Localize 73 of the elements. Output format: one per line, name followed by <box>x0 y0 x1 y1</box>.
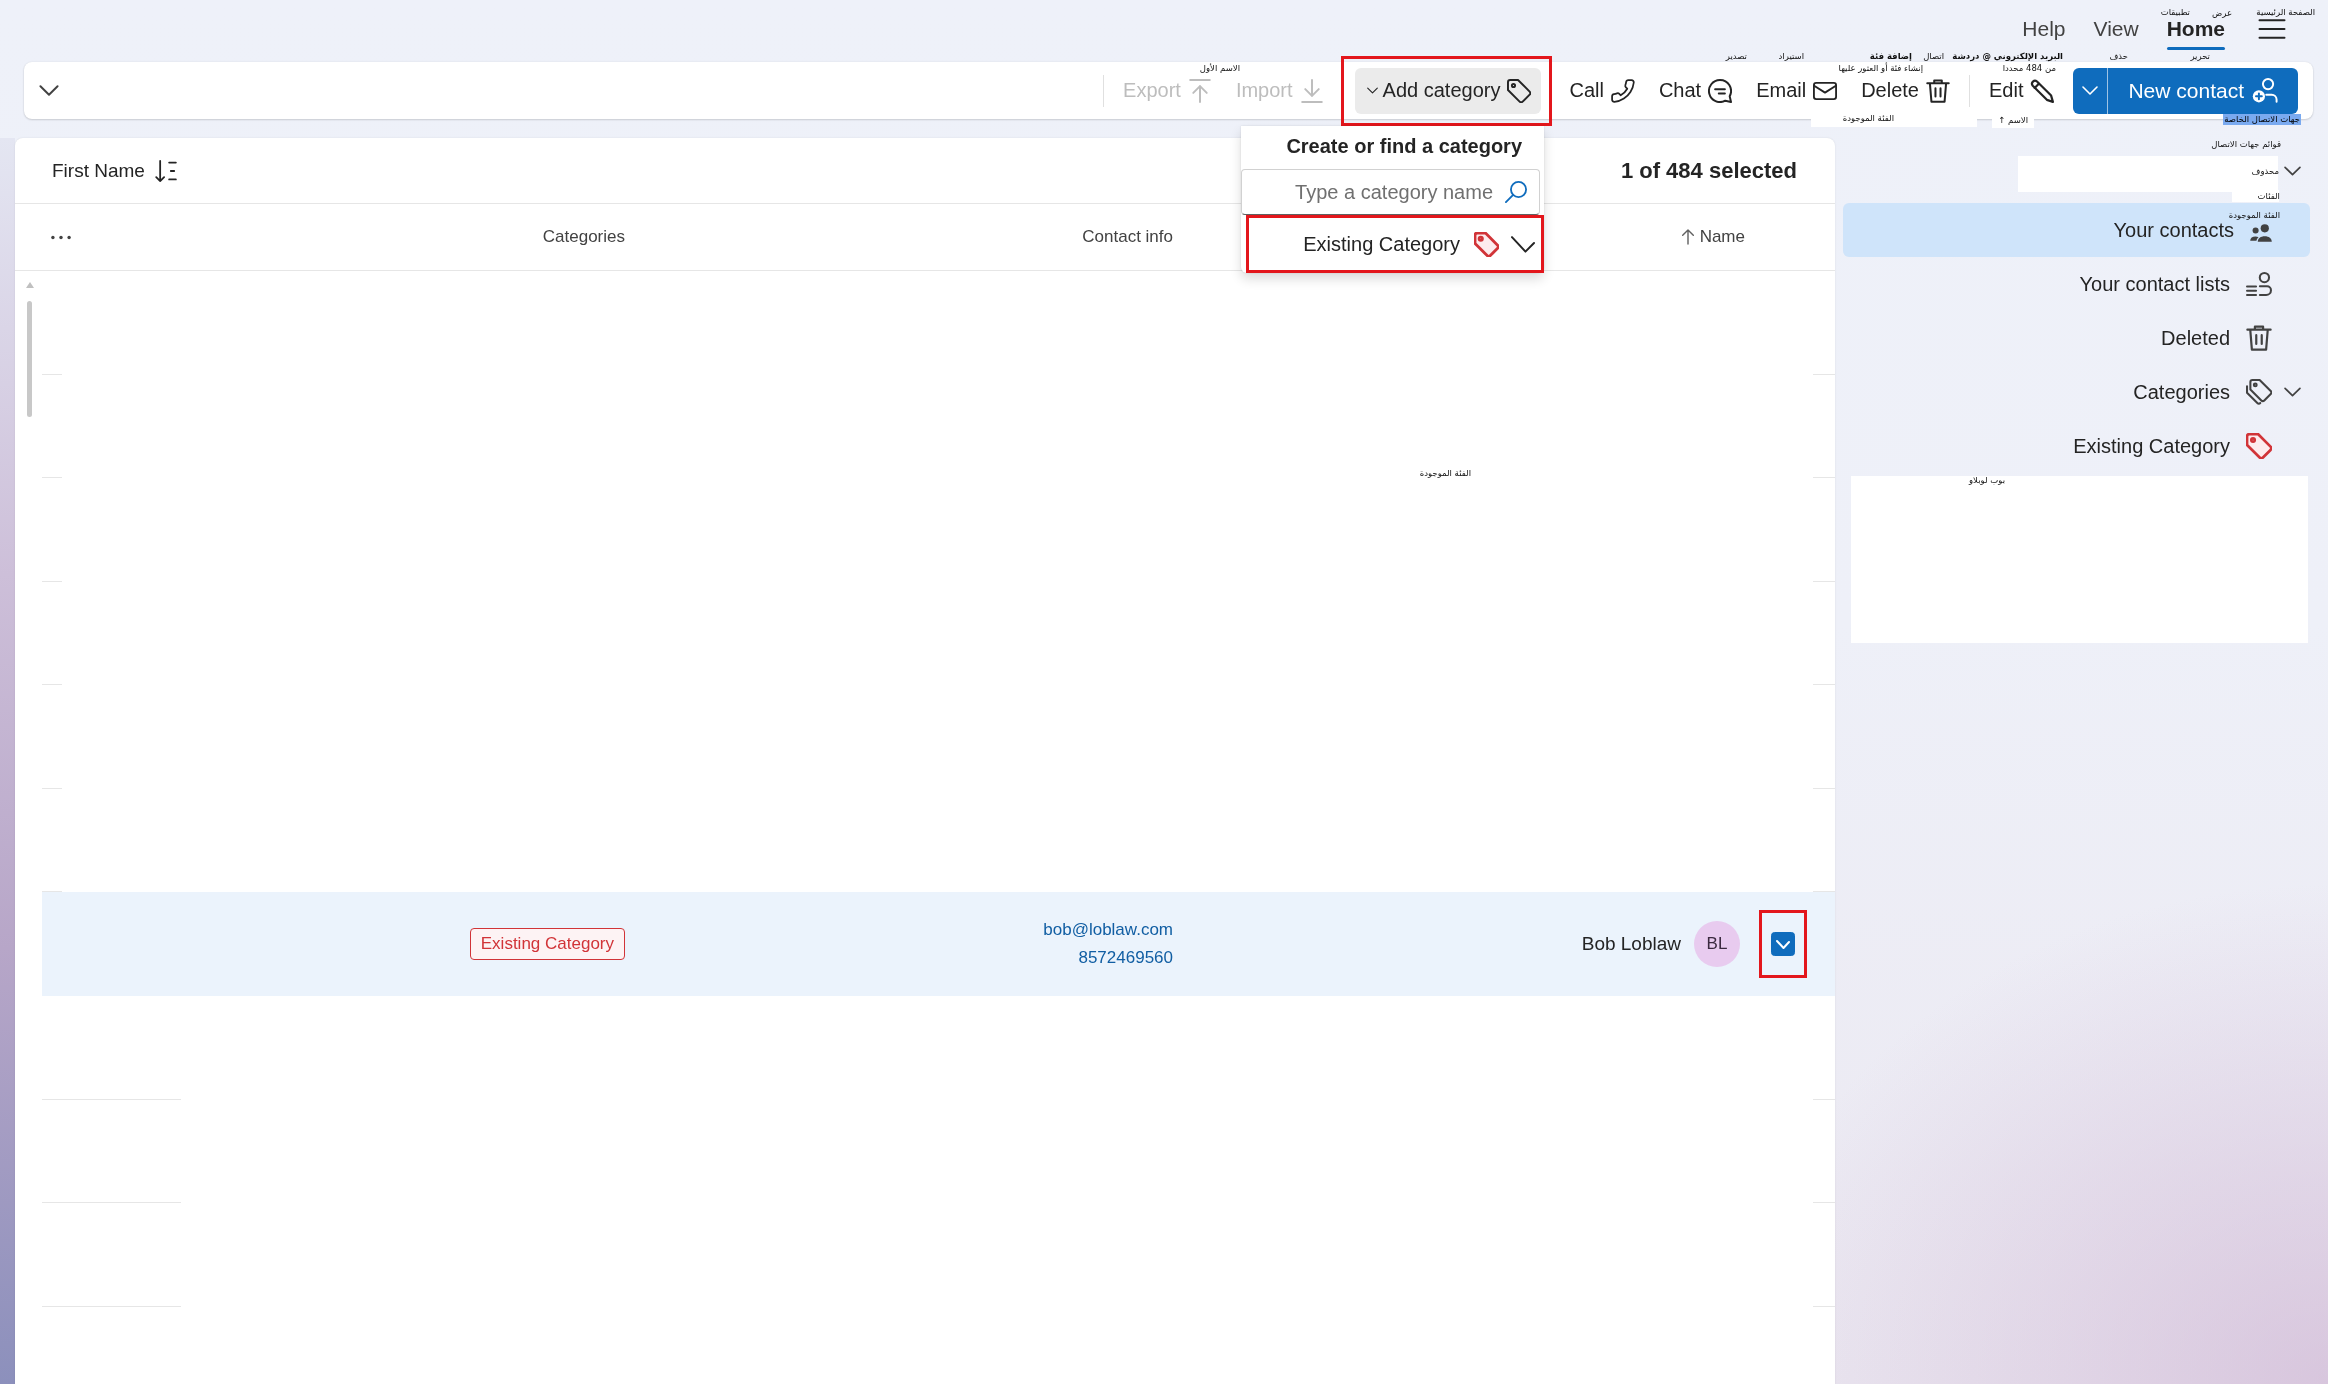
search-icon <box>1505 181 1527 203</box>
tags-icon <box>2246 379 2272 405</box>
chevron-down-icon[interactable] <box>2284 165 2301 176</box>
trash-icon <box>2246 325 2272 351</box>
chevron-down-icon <box>2082 86 2099 95</box>
contact-list-icon <box>2246 271 2272 297</box>
column-header[interactable]: Categories <box>542 227 625 247</box>
selection-count: 1 of 484 selected <box>1620 157 1797 184</box>
annotation-text: الفئة الموجودة <box>1419 467 1471 479</box>
new-contact-menu-button[interactable] <box>2073 67 2109 114</box>
annotation-text: تصدير <box>1725 50 1747 62</box>
email-link[interactable]: bob@loblaw.com <box>1043 920 1173 940</box>
tab[interactable]: Help <box>2008 0 2080 50</box>
menu-icon[interactable] <box>2258 19 2286 39</box>
annotation-text: الاسم الأول <box>1199 62 1240 74</box>
toolbar-button[interactable]: Call <box>1558 75 1646 106</box>
menu-title: Create or find a category <box>1286 134 1522 158</box>
phone-icon <box>1610 78 1635 103</box>
annotation-text: قوائم جهات الاتصال <box>2211 138 2281 150</box>
tab[interactable]: View <box>2079 0 2153 50</box>
annotation-text: الفئة الموجودة <box>1842 112 1894 124</box>
category-tag: Existing Category <box>469 928 625 960</box>
chat-bubble-icon <box>1708 78 1733 103</box>
contact-name: Bob Loblaw <box>1581 933 1681 955</box>
chevron-down-icon[interactable] <box>2284 387 2301 397</box>
annotation-text: الفئة الموجودة <box>2228 209 2280 221</box>
nav-item[interactable]: Existing Category <box>1843 419 2310 473</box>
checkbox[interactable] <box>1771 932 1795 956</box>
annotation-text: تطبيقات <box>2160 6 2190 18</box>
sort-button[interactable]: First Name <box>52 159 177 182</box>
scrollbar-thumb[interactable] <box>27 301 32 417</box>
annotation-text: إضافة فئة <box>1869 50 1912 62</box>
annotation-text: الفئات <box>2257 190 2280 202</box>
nav-item[interactable]: Deleted <box>1843 311 2310 365</box>
tag-icon <box>1507 78 1532 103</box>
annotation-text: تحرير <box>2190 50 2210 62</box>
annotation-text: عرض <box>2211 7 2232 19</box>
annotation-text: حذف <box>2109 50 2128 62</box>
annotation-text: استيراد <box>1778 50 1804 62</box>
nav-item[interactable]: Categories <box>1843 365 2310 419</box>
contact-row[interactable]: Existing Category bob@loblaw.com 8572469560 Bob Loblaw BL <box>42 892 1835 996</box>
toolbar-button[interactable]: Delete <box>1850 75 1961 106</box>
annotation-text: من 484 محددا <box>2002 62 2056 74</box>
caret-down-icon <box>1366 87 1378 94</box>
toolbar-button[interactable]: Edit <box>1977 75 2066 106</box>
search-input[interactable]: Type a category name <box>1250 179 1493 205</box>
pencil-icon <box>2030 78 2055 103</box>
chevron-down-icon[interactable] <box>39 85 59 96</box>
download-arrow-icon <box>1299 78 1324 103</box>
more-icon[interactable] <box>51 234 71 240</box>
annotation-text: إنشاء فئة أو العثور عليها <box>1838 62 1923 74</box>
phone-link[interactable]: 8572469560 <box>1078 948 1173 968</box>
people-icon <box>2250 224 2272 242</box>
nav-item[interactable]: Your contact lists <box>1843 257 2310 311</box>
annotation-text: بوب لوبلاو <box>1969 474 2005 486</box>
avatar: BL <box>1694 921 1740 967</box>
annotation-text: محذوف <box>2251 165 2279 177</box>
new-contact-button[interactable]: New contact <box>2108 67 2298 114</box>
upload-arrow-icon <box>1187 78 1212 103</box>
annotation-text: البريد الإلكتروني @ دردشة <box>1952 50 2063 62</box>
column-header[interactable]: Name <box>1681 227 1745 247</box>
add-category-button[interactable]: Add category <box>1354 67 1542 114</box>
menu-item[interactable]: Existing Category <box>1249 218 1541 270</box>
toolbar-button[interactable]: Email <box>1745 75 1849 106</box>
toolbar-button[interactable]: Chat <box>1647 75 1744 106</box>
annotation-text: اتصال <box>1923 50 1944 62</box>
trash-icon <box>1925 78 1950 103</box>
annotation-text: الصفحة الرئيسية <box>2256 6 2315 18</box>
column-header[interactable]: Contact info <box>1082 227 1173 247</box>
annotation-text: جهات الاتصال الخاصة <box>2223 113 2301 125</box>
search-field[interactable]: Type a category name <box>1241 169 1540 215</box>
person-add-icon <box>2252 78 2278 103</box>
sort-icon <box>154 159 177 182</box>
